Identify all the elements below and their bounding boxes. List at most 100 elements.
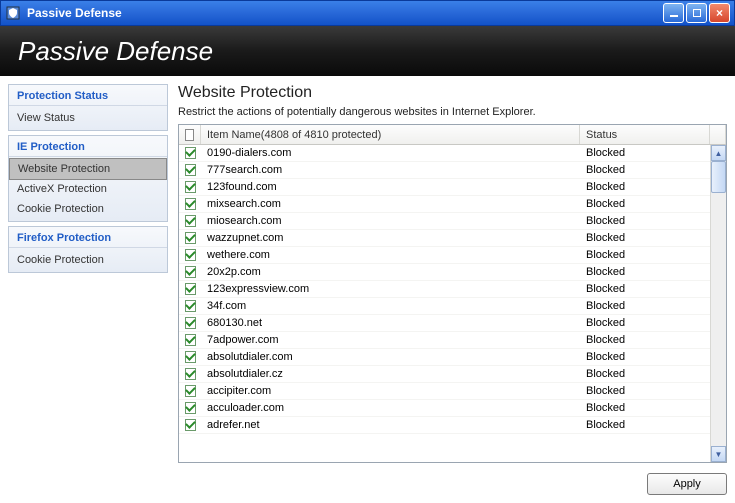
- table-row[interactable]: adrefer.netBlocked: [179, 417, 710, 434]
- table-row[interactable]: absolutdialer.czBlocked: [179, 366, 710, 383]
- row-name: 123expressview.com: [201, 283, 580, 295]
- row-name: 0190-dialers.com: [201, 147, 580, 159]
- table-row[interactable]: 777search.comBlocked: [179, 162, 710, 179]
- row-checkbox-cell[interactable]: [179, 147, 201, 159]
- row-name: accipiter.com: [201, 385, 580, 397]
- vertical-scrollbar[interactable]: ▲ ▼: [710, 145, 726, 462]
- column-header-spacer: [710, 125, 726, 144]
- sidebar-group-title: IE Protection: [9, 136, 167, 157]
- row-name: acculoader.com: [201, 402, 580, 414]
- scroll-down-button[interactable]: ▼: [711, 446, 726, 462]
- footer: Apply: [178, 463, 727, 495]
- header-checkbox-cell[interactable]: [179, 125, 201, 144]
- sidebar-item[interactable]: Website Protection: [9, 158, 167, 180]
- row-checkbox[interactable]: [185, 419, 196, 431]
- row-checkbox[interactable]: [185, 402, 196, 414]
- row-checkbox[interactable]: [185, 198, 196, 210]
- table-row[interactable]: wazzupnet.comBlocked: [179, 230, 710, 247]
- column-header-status[interactable]: Status: [580, 125, 710, 144]
- row-status: Blocked: [580, 300, 710, 312]
- row-status: Blocked: [580, 419, 710, 431]
- table-row[interactable]: miosearch.comBlocked: [179, 213, 710, 230]
- row-checkbox[interactable]: [185, 215, 196, 227]
- list-header: Item Name(4808 of 4810 protected) Status: [179, 125, 726, 145]
- row-checkbox[interactable]: [185, 249, 196, 261]
- row-status: Blocked: [580, 368, 710, 380]
- table-row[interactable]: 34f.comBlocked: [179, 298, 710, 315]
- table-row[interactable]: 0190-dialers.comBlocked: [179, 145, 710, 162]
- row-checkbox[interactable]: [185, 334, 196, 346]
- maximize-button[interactable]: [686, 3, 707, 23]
- app-title: Passive Defense: [18, 36, 213, 67]
- select-all-checkbox[interactable]: [185, 129, 194, 141]
- row-checkbox-cell[interactable]: [179, 419, 201, 431]
- row-checkbox-cell[interactable]: [179, 300, 201, 312]
- table-row[interactable]: mixsearch.comBlocked: [179, 196, 710, 213]
- row-name: absolutdialer.com: [201, 351, 580, 363]
- row-name: 20x2p.com: [201, 266, 580, 278]
- row-checkbox[interactable]: [185, 283, 196, 295]
- table-row[interactable]: 123found.comBlocked: [179, 179, 710, 196]
- table-row[interactable]: 680130.netBlocked: [179, 315, 710, 332]
- table-row[interactable]: wethere.comBlocked: [179, 247, 710, 264]
- row-checkbox-cell[interactable]: [179, 266, 201, 278]
- row-checkbox-cell[interactable]: [179, 334, 201, 346]
- row-checkbox-cell[interactable]: [179, 198, 201, 210]
- row-checkbox[interactable]: [185, 147, 196, 159]
- row-checkbox-cell[interactable]: [179, 385, 201, 397]
- main-panel: Website Protection Restrict the actions …: [178, 84, 727, 495]
- row-checkbox[interactable]: [185, 368, 196, 380]
- row-status: Blocked: [580, 147, 710, 159]
- close-button[interactable]: ×: [709, 3, 730, 23]
- row-status: Blocked: [580, 317, 710, 329]
- table-row[interactable]: 20x2p.comBlocked: [179, 264, 710, 281]
- sidebar-item[interactable]: ActiveX Protection: [9, 179, 167, 199]
- row-checkbox-cell[interactable]: [179, 402, 201, 414]
- row-status: Blocked: [580, 351, 710, 363]
- row-checkbox-cell[interactable]: [179, 351, 201, 363]
- row-checkbox-cell[interactable]: [179, 249, 201, 261]
- sidebar-group: IE ProtectionWebsite ProtectionActiveX P…: [8, 135, 168, 222]
- row-checkbox[interactable]: [185, 164, 196, 176]
- website-list: Item Name(4808 of 4810 protected) Status…: [178, 124, 727, 463]
- scroll-thumb[interactable]: [711, 161, 726, 193]
- row-checkbox-cell[interactable]: [179, 232, 201, 244]
- table-row[interactable]: acculoader.comBlocked: [179, 400, 710, 417]
- row-checkbox[interactable]: [185, 351, 196, 363]
- sidebar-item[interactable]: Cookie Protection: [9, 250, 167, 270]
- row-checkbox-cell[interactable]: [179, 317, 201, 329]
- row-checkbox-cell[interactable]: [179, 181, 201, 193]
- row-name: wethere.com: [201, 249, 580, 261]
- sidebar-group: Firefox ProtectionCookie Protection: [8, 226, 168, 273]
- table-row[interactable]: accipiter.comBlocked: [179, 383, 710, 400]
- row-checkbox[interactable]: [185, 317, 196, 329]
- app-header: Passive Defense: [0, 26, 735, 76]
- row-checkbox-cell[interactable]: [179, 215, 201, 227]
- column-header-name[interactable]: Item Name(4808 of 4810 protected): [201, 125, 580, 144]
- row-name: 777search.com: [201, 164, 580, 176]
- row-checkbox-cell[interactable]: [179, 368, 201, 380]
- minimize-button[interactable]: [663, 3, 684, 23]
- row-checkbox-cell[interactable]: [179, 164, 201, 176]
- scroll-track[interactable]: [711, 161, 726, 446]
- table-row[interactable]: 123expressview.comBlocked: [179, 281, 710, 298]
- row-checkbox[interactable]: [185, 232, 196, 244]
- list-body: 0190-dialers.comBlocked777search.comBloc…: [179, 145, 710, 462]
- table-row[interactable]: 7adpower.comBlocked: [179, 332, 710, 349]
- sidebar-group-title: Protection Status: [9, 85, 167, 106]
- sidebar-item[interactable]: Cookie Protection: [9, 199, 167, 219]
- row-status: Blocked: [580, 215, 710, 227]
- scroll-up-button[interactable]: ▲: [711, 145, 726, 161]
- sidebar-item[interactable]: View Status: [9, 108, 167, 128]
- row-checkbox[interactable]: [185, 300, 196, 312]
- row-name: 34f.com: [201, 300, 580, 312]
- row-checkbox[interactable]: [185, 181, 196, 193]
- row-name: mixsearch.com: [201, 198, 580, 210]
- row-status: Blocked: [580, 334, 710, 346]
- row-checkbox[interactable]: [185, 385, 196, 397]
- sidebar: Protection StatusView Status IE Protectio…: [8, 84, 168, 495]
- row-checkbox[interactable]: [185, 266, 196, 278]
- apply-button[interactable]: Apply: [647, 473, 727, 495]
- table-row[interactable]: absolutdialer.comBlocked: [179, 349, 710, 366]
- row-checkbox-cell[interactable]: [179, 283, 201, 295]
